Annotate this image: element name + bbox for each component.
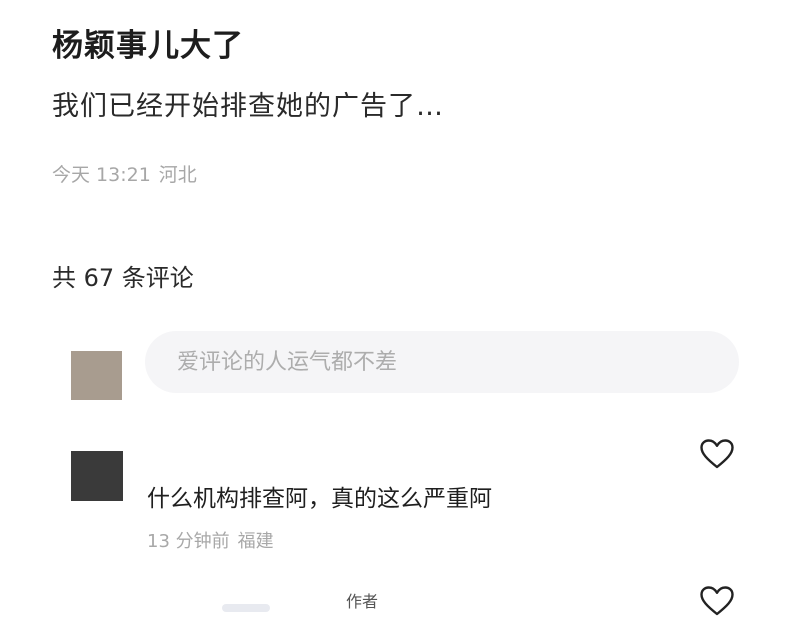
- author-badge: 作者: [346, 592, 379, 611]
- comment-count: 共 67 条评论: [52, 264, 194, 292]
- next-comment-avatar: [222, 604, 270, 612]
- comment-location: 福建: [237, 531, 274, 552]
- post-time: 今天 13:21: [52, 164, 151, 186]
- my-avatar: [71, 351, 122, 400]
- post-title: 杨颖事儿大了: [52, 28, 244, 64]
- post-body: 我们已经开始排查她的广告了…: [52, 91, 444, 122]
- commenter-avatar[interactable]: [71, 451, 123, 501]
- comment-meta: 13 分钟前 福建: [147, 527, 274, 553]
- comment-time: 13 分钟前: [147, 531, 230, 552]
- like-button[interactable]: [699, 585, 735, 617]
- post-location: 河北: [158, 164, 197, 186]
- heart-outline-icon: [700, 439, 734, 469]
- heart-outline-icon: [700, 586, 734, 616]
- comment-input[interactable]: [145, 331, 739, 393]
- like-button[interactable]: [699, 438, 735, 470]
- comment-text: 什么机构排查阿，真的这么严重阿: [147, 486, 492, 512]
- post-meta: 今天 13:21 河北: [52, 160, 197, 187]
